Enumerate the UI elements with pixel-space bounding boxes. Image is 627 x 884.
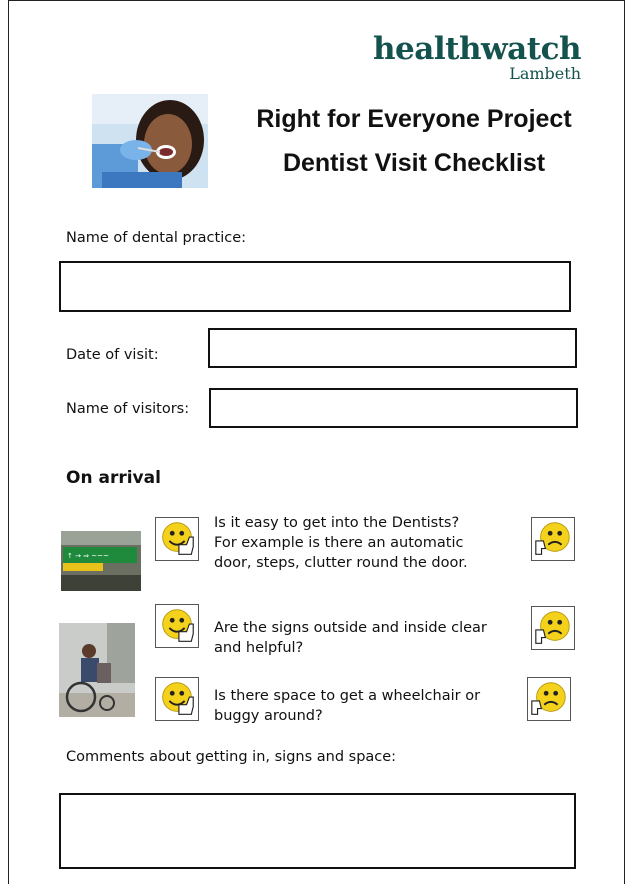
- logo-subtitle: Lambeth: [509, 64, 581, 83]
- healthwatch-logo: healthwatch Lambeth: [371, 31, 582, 83]
- comments-field[interactable]: [59, 793, 576, 869]
- on-arrival-heading: On arrival: [66, 468, 161, 488]
- visitors-field[interactable]: [209, 388, 578, 428]
- question-signs: Are the signs outside and inside clear a…: [214, 620, 487, 656]
- logo-wordmark: healthwatch: [373, 31, 582, 67]
- visitors-label: Name of visitors:: [66, 401, 190, 417]
- thumbs-down-frown-icon[interactable]: [531, 517, 575, 561]
- thumbs-up-smiley-icon[interactable]: [155, 677, 199, 721]
- entrance-sign-photo: ↑ → ⇒ ~~~: [61, 531, 141, 591]
- wheelchair-photo: [59, 623, 135, 717]
- dentist-photo: [92, 94, 208, 188]
- svg-text:↑ → ⇒ ~~~: ↑ → ⇒ ~~~: [67, 552, 109, 560]
- thumbs-up-smiley-icon[interactable]: [155, 604, 199, 648]
- thumbs-down-frown-icon[interactable]: [531, 606, 575, 650]
- practice-name-label: Name of dental practice:: [66, 230, 247, 246]
- date-of-visit-label: Date of visit:: [66, 347, 159, 363]
- thumbs-up-smiley-icon[interactable]: [155, 517, 199, 561]
- date-of-visit-field[interactable]: [208, 328, 577, 368]
- question-access: Is it easy to get into the Dentists? For…: [214, 515, 468, 571]
- thumbs-down-frown-icon[interactable]: [527, 677, 571, 721]
- project-title: Right for Everyone Project: [256, 105, 572, 133]
- checklist-page: healthwatch Lambeth Right for Everyone P…: [8, 0, 625, 884]
- checklist-title: Dentist Visit Checklist: [282, 149, 546, 177]
- question-space: Is there space to get a wheelchair or bu…: [214, 688, 481, 724]
- comments-label: Comments about getting in, signs and spa…: [66, 749, 397, 765]
- practice-name-field[interactable]: [59, 261, 571, 312]
